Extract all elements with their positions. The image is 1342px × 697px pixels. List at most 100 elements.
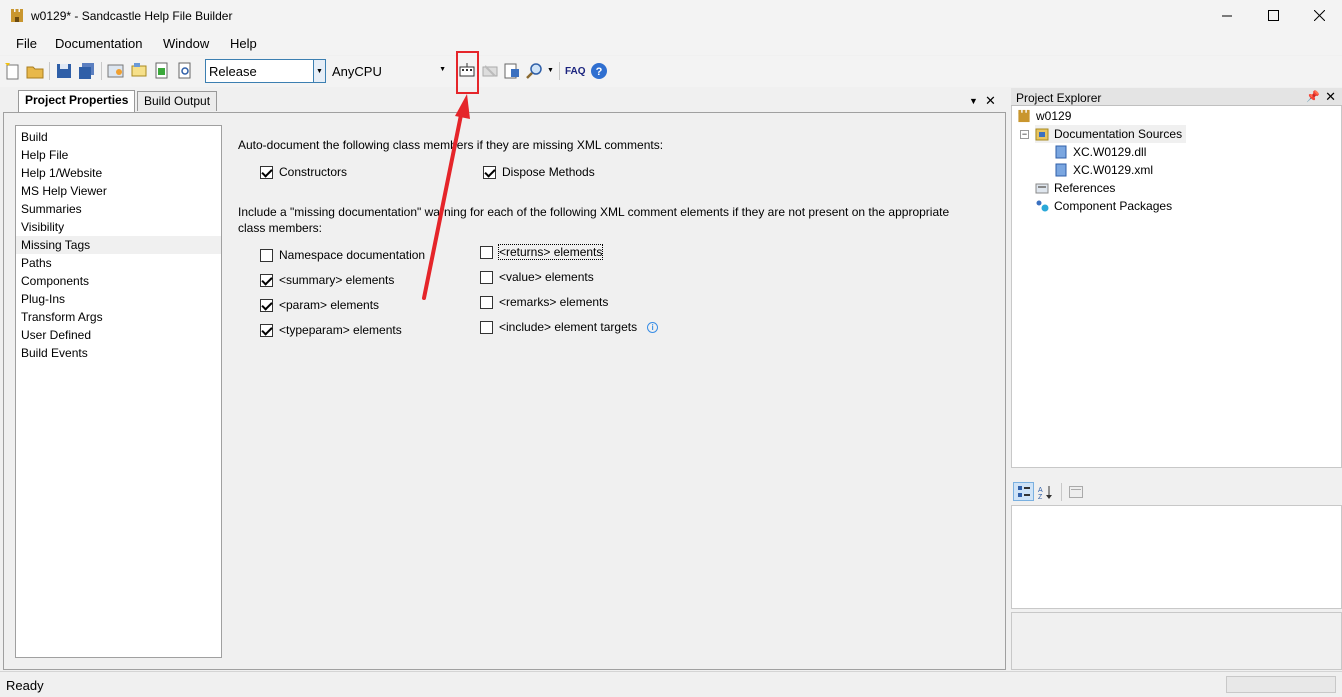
toolbar-separator: [49, 62, 50, 80]
view-help-file-icon[interactable]: [503, 62, 521, 80]
tab-build-output[interactable]: Build Output: [137, 91, 218, 111]
constructors-checkbox[interactable]: Constructors: [260, 165, 347, 179]
checkbox[interactable]: [480, 295, 493, 309]
auto-document-label: Auto-document the following class member…: [238, 138, 664, 152]
close-tab-icon[interactable]: ✕: [985, 93, 996, 109]
svg-text:Z: Z: [1038, 494, 1043, 499]
checkbox-label: Namespace documentation: [279, 248, 426, 262]
collapse-toggle-icon[interactable]: −: [1020, 130, 1029, 139]
pin-icon[interactable]: 📌: [1306, 90, 1320, 103]
faq-button[interactable]: FAQ: [565, 66, 586, 77]
category-transform-args[interactable]: Transform Args: [16, 308, 221, 326]
checkbox[interactable]: [260, 273, 273, 287]
category-help-file[interactable]: Help File: [16, 146, 221, 164]
project-properties-icon[interactable]: [107, 62, 125, 80]
entity-references-icon[interactable]: [130, 62, 148, 80]
chevron-down-icon[interactable]: ▼: [547, 67, 554, 74]
category-visibility[interactable]: Visibility: [16, 218, 221, 236]
checkbox-label: <summary> elements: [279, 273, 395, 287]
alphabetical-button[interactable]: AZ: [1035, 482, 1056, 501]
category-list[interactable]: Build Help File Help 1/Website MS Help V…: [15, 125, 222, 658]
value-checkbox[interactable]: <value> elements: [480, 270, 594, 284]
save-all-icon[interactable]: [78, 62, 96, 80]
properties-toolbar: AZ: [1011, 480, 1342, 502]
checkbox[interactable]: [480, 270, 493, 284]
include-checkbox[interactable]: <include> element targets i: [480, 320, 659, 334]
dispose-methods-checkbox[interactable]: Dispose Methods: [483, 165, 595, 179]
configuration-select[interactable]: Release ▼: [205, 59, 326, 83]
tab-project-properties[interactable]: Project Properties: [18, 90, 136, 112]
properties-grid[interactable]: [1011, 505, 1342, 609]
maximize-icon: [1267, 10, 1279, 21]
returns-checkbox[interactable]: <returns> elements: [480, 244, 604, 260]
platform-select[interactable]: AnyCPU ▼: [329, 59, 450, 83]
property-pages-button[interactable]: [1065, 482, 1086, 501]
tree-node-references[interactable]: References: [1035, 179, 1115, 197]
param-checkbox[interactable]: <param> elements: [260, 298, 379, 312]
menu-window[interactable]: Window: [163, 36, 209, 51]
category-ms-help-viewer[interactable]: MS Help Viewer: [16, 182, 221, 200]
preview-topic-icon[interactable]: [176, 62, 194, 80]
new-project-icon[interactable]: [4, 62, 22, 80]
status-text: Ready: [6, 678, 44, 693]
cancel-build-icon[interactable]: [481, 62, 499, 80]
checkbox[interactable]: [260, 323, 273, 337]
svg-text:A: A: [1038, 487, 1043, 494]
tree-node-xml[interactable]: XC.W0129.xml: [1054, 161, 1153, 179]
tree-node-dll[interactable]: XC.W0129.dll: [1054, 143, 1146, 161]
maximize-button[interactable]: [1250, 0, 1296, 31]
missing-warning-label-line1: Include a "missing documentation" warnin…: [238, 205, 950, 219]
menu-bar: File Documentation Window Help: [0, 31, 1342, 55]
checkbox[interactable]: [483, 165, 496, 179]
chevron-down-icon[interactable]: ▼: [439, 66, 446, 73]
tab-list-dropdown-icon[interactable]: ▼: [969, 96, 978, 106]
checkbox[interactable]: [260, 165, 273, 179]
help-icon[interactable]: ?: [590, 62, 608, 80]
remarks-checkbox[interactable]: <remarks> elements: [480, 295, 608, 309]
checkbox[interactable]: [480, 245, 493, 259]
search-icon[interactable]: [526, 62, 544, 80]
info-icon[interactable]: i: [647, 321, 659, 333]
namespace-doc-checkbox[interactable]: Namespace documentation: [260, 248, 425, 262]
category-plug-ins[interactable]: Plug-Ins: [16, 290, 221, 308]
tree-node-label: XC.W0129.xml: [1073, 163, 1154, 177]
checkbox[interactable]: [260, 248, 273, 262]
category-build[interactable]: Build: [16, 128, 221, 146]
checkbox[interactable]: [480, 320, 493, 334]
checkbox-label: Constructors: [279, 165, 348, 179]
close-icon[interactable]: ✕: [1325, 89, 1336, 105]
tree-node-label: Component Packages: [1054, 199, 1173, 213]
save-icon[interactable]: [55, 62, 73, 80]
toolbar: Release ▼ AnyCPU ▼ ▼ FAQ ?: [0, 56, 1342, 87]
minimize-button[interactable]: [1204, 0, 1250, 31]
category-summaries[interactable]: Summaries: [16, 200, 221, 218]
add-document-icon[interactable]: [153, 62, 171, 80]
summary-checkbox[interactable]: <summary> elements: [260, 273, 394, 287]
checkbox-label: <remarks> elements: [499, 295, 609, 309]
tree-node-component-packages[interactable]: Component Packages: [1035, 197, 1172, 215]
checkbox-label: <typeparam> elements: [279, 323, 402, 337]
checkbox-label: <value> elements: [499, 270, 594, 284]
category-help1-website[interactable]: Help 1/Website: [16, 164, 221, 182]
minimize-icon: [1222, 15, 1232, 16]
menu-help[interactable]: Help: [230, 36, 257, 51]
checkbox[interactable]: [260, 298, 273, 312]
project-explorer-tree[interactable]: w0129 − Documentation Sources XC.W0129.d…: [1011, 106, 1342, 468]
category-missing-tags[interactable]: Missing Tags: [16, 236, 221, 254]
category-user-defined[interactable]: User Defined: [16, 326, 221, 344]
menu-file[interactable]: File: [16, 36, 37, 51]
tree-node-label: w0129: [1036, 109, 1072, 123]
chevron-down-icon[interactable]: ▼: [313, 60, 325, 82]
title-bar: w0129* - Sandcastle Help File Builder: [0, 0, 1342, 31]
close-button[interactable]: [1296, 0, 1342, 31]
typeparam-checkbox[interactable]: <typeparam> elements: [260, 323, 402, 337]
category-components[interactable]: Components: [16, 272, 221, 290]
open-project-icon[interactable]: [26, 62, 44, 80]
category-build-events[interactable]: Build Events: [16, 344, 221, 362]
project-explorer-header: Project Explorer 📌 ✕: [1011, 88, 1342, 106]
category-paths[interactable]: Paths: [16, 254, 221, 272]
tree-node-project[interactable]: w0129: [1017, 107, 1071, 125]
categorized-button[interactable]: [1013, 482, 1034, 501]
menu-documentation[interactable]: Documentation: [55, 36, 142, 51]
tree-node-documentation-sources[interactable]: Documentation Sources: [1035, 125, 1187, 143]
